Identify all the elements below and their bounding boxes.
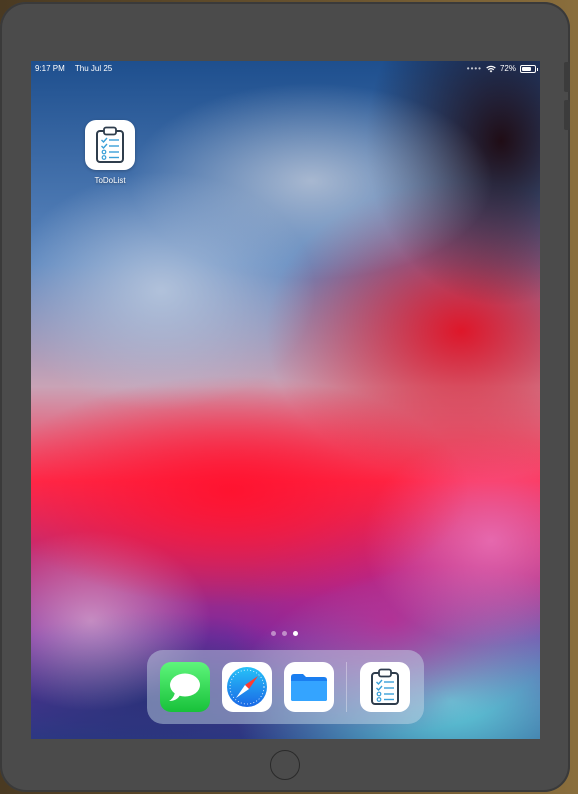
battery-icon xyxy=(520,65,538,73)
files-folder-icon xyxy=(291,674,327,701)
dock xyxy=(147,650,424,724)
clipboard-checklist-icon[interactable] xyxy=(85,120,135,170)
dock-separator xyxy=(346,662,347,712)
status-bar: 9:17 PM Thu Jul 25 •••• 72% xyxy=(31,61,540,77)
battery-percent: 72% xyxy=(499,64,516,73)
home-button[interactable] xyxy=(270,750,300,780)
safari-compass-icon xyxy=(227,667,267,707)
dock-app-files[interactable] xyxy=(284,662,334,712)
dock-recent-app-todolist[interactable] xyxy=(360,662,410,712)
clipboard-checklist-icon xyxy=(371,668,399,705)
ipad-screen: 9:17 PM Thu Jul 25 •••• 72% ToDoList xyxy=(31,61,540,739)
page-dot[interactable] xyxy=(271,631,276,636)
volume-up-button[interactable] xyxy=(564,62,570,92)
messages-icon xyxy=(169,673,200,701)
status-time: 9:17 PM xyxy=(35,64,65,73)
battery-level xyxy=(522,67,531,71)
status-date: Thu Jul 25 xyxy=(74,64,113,73)
wifi-icon xyxy=(486,65,496,73)
page-dot-active[interactable] xyxy=(293,631,298,636)
home-app-todolist[interactable]: ToDoList xyxy=(85,120,135,185)
volume-down-button[interactable] xyxy=(564,100,570,130)
dock-app-messages[interactable] xyxy=(160,662,210,712)
page-dot[interactable] xyxy=(282,631,287,636)
app-label: ToDoList xyxy=(94,176,126,185)
signal-dots-icon: •••• xyxy=(466,64,482,73)
ipad-device: 9:17 PM Thu Jul 25 •••• 72% ToDoList xyxy=(0,2,570,792)
dock-app-safari[interactable] xyxy=(222,662,272,712)
page-indicator[interactable] xyxy=(271,631,298,636)
